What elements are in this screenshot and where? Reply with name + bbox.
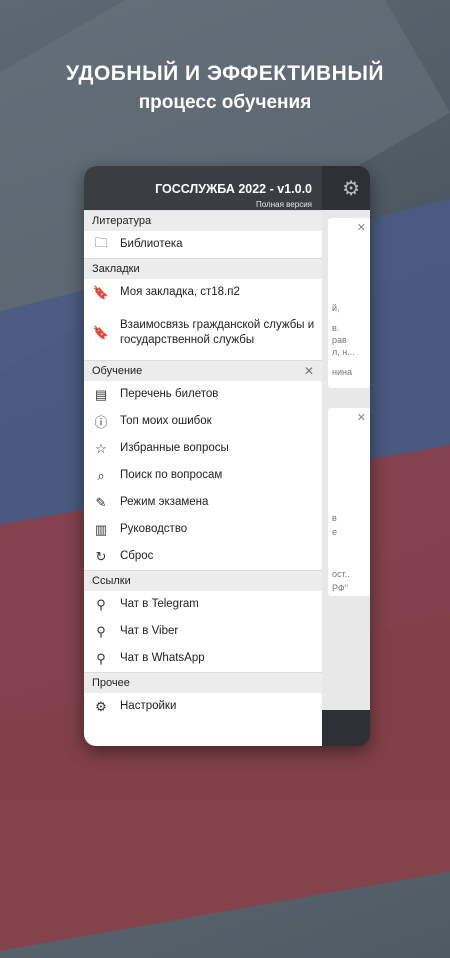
document-icon: ▥ [94,521,108,537]
bookmark-icon: 🔖 [92,325,110,340]
card-text: л, н... [332,347,355,357]
menu-item-label: Руководство [120,523,188,535]
card-text: е [332,527,338,537]
menu-item-bookmark[interactable]: 🔖 Взаимосвязь гражданской службы и госуд… [84,306,322,360]
gear-icon: ⚙ [95,698,107,714]
headline-line-1: УДОБНЫЙ И ЭФФЕКТИВНЫЙ [66,62,384,85]
menu-item-label: Режим экзамена [120,496,209,508]
app-title: ГОССЛУЖБА 2022 - v1.0.0 [155,182,312,196]
menu-item-label: Чат в Viber [120,625,179,637]
bookmark-icon: 🔖 [92,284,110,300]
menu-item-label: Моя закладка, ст18.п2 [120,286,240,298]
menu-item-bookmark[interactable]: 🔖 Моя закладка, ст18.п2 [84,279,322,306]
settings-gear-icon[interactable]: ⚙ [342,176,360,201]
close-icon[interactable]: ✕ [304,361,314,381]
menu-item-whatsapp[interactable]: ⚲ Чат в WhatsApp [84,645,322,672]
section-learning: Обучение ✕ [84,360,322,381]
link-icon: ⚲ [96,596,106,612]
star-icon: ☆ [95,440,107,456]
menu-item-viber[interactable]: ⚲ Чат в Viber [84,618,322,645]
drawer-header: ГОССЛУЖБА 2022 - v1.0.0 Полная версия [84,166,322,210]
menu-item-top-mistakes[interactable]: ⓘ Топ моих ошибок [84,408,322,435]
menu-item-reset[interactable]: ↻ Сброс [84,543,322,570]
card-text: в. [332,323,340,333]
section-literature: Литература [84,210,322,231]
link-icon: ⚲ [96,623,106,639]
promo-headline: УДОБНЫЙ И ЭФФЕКТИВНЫЙ процесс обучения [0,62,450,114]
menu-item-label: Библиотека [120,238,183,250]
menu-item-tickets[interactable]: ▤ Перечень билетов [84,381,322,408]
menu-item-label: Сброс [120,550,154,562]
menu-item-label: Избранные вопросы [120,442,229,454]
navigation-drawer: ГОССЛУЖБА 2022 - v1.0.0 Полная версия Ли… [84,166,322,746]
phone-screen: ⚙ ✕ й, в. рав л, н... нина ✕ в е ост.. Р… [84,166,370,746]
menu-item-guide[interactable]: ▥ Руководство [84,516,322,543]
question-card[interactable]: ✕ й, в. рав л, н... нина [328,218,370,388]
card-text: й, [332,303,340,313]
section-links: Ссылки [84,570,322,591]
menu-item-label: Поиск по вопросам [120,469,223,481]
menu-item-settings[interactable]: ⚙ Настройки [84,693,322,720]
question-card[interactable]: ✕ в е ост.. РФ" [328,408,370,596]
alert-icon: ⓘ [94,415,108,430]
app-version-label: Полная версия [256,200,312,209]
menu-item-label: Чат в WhatsApp [120,652,205,664]
list-icon: ▤ [94,386,108,402]
section-bookmarks: Закладки [84,258,322,279]
menu-item-label: Взаимосвязь гражданской службы и государ… [120,319,315,346]
section-label: Обучение [92,365,143,377]
headline-line-2: процесс обучения [138,92,312,113]
menu-item-telegram[interactable]: ⚲ Чат в Telegram [84,591,322,618]
card-close-icon[interactable]: ✕ [357,412,366,424]
menu-item-label: Чат в Telegram [120,598,199,610]
exam-icon: ✎ [95,494,107,510]
menu-item-library[interactable]: 🗀 Библиотека [84,231,322,258]
card-text: в [332,513,337,523]
menu-item-label: Топ моих ошибок [120,415,212,427]
card-text: ост.. [332,569,350,579]
menu-item-label: Настройки [120,700,177,712]
card-text: рав [332,335,347,345]
menu-item-favorites[interactable]: ☆ Избранные вопросы [84,435,322,462]
menu-item-label: Перечень билетов [120,388,219,400]
menu-item-exam-mode[interactable]: ✎ Режим экзамена [84,489,322,516]
card-close-icon[interactable]: ✕ [357,222,366,234]
link-icon: ⚲ [96,650,106,666]
card-text: РФ" [332,583,348,593]
card-text: нина [332,367,352,377]
reset-icon: ↻ [95,548,107,564]
menu-item-search[interactable]: ⌕ Поиск по вопросам [84,462,322,489]
folder-icon: 🗀 [94,234,108,250]
section-other: Прочее [84,672,322,693]
search-icon: ⌕ [97,467,105,483]
